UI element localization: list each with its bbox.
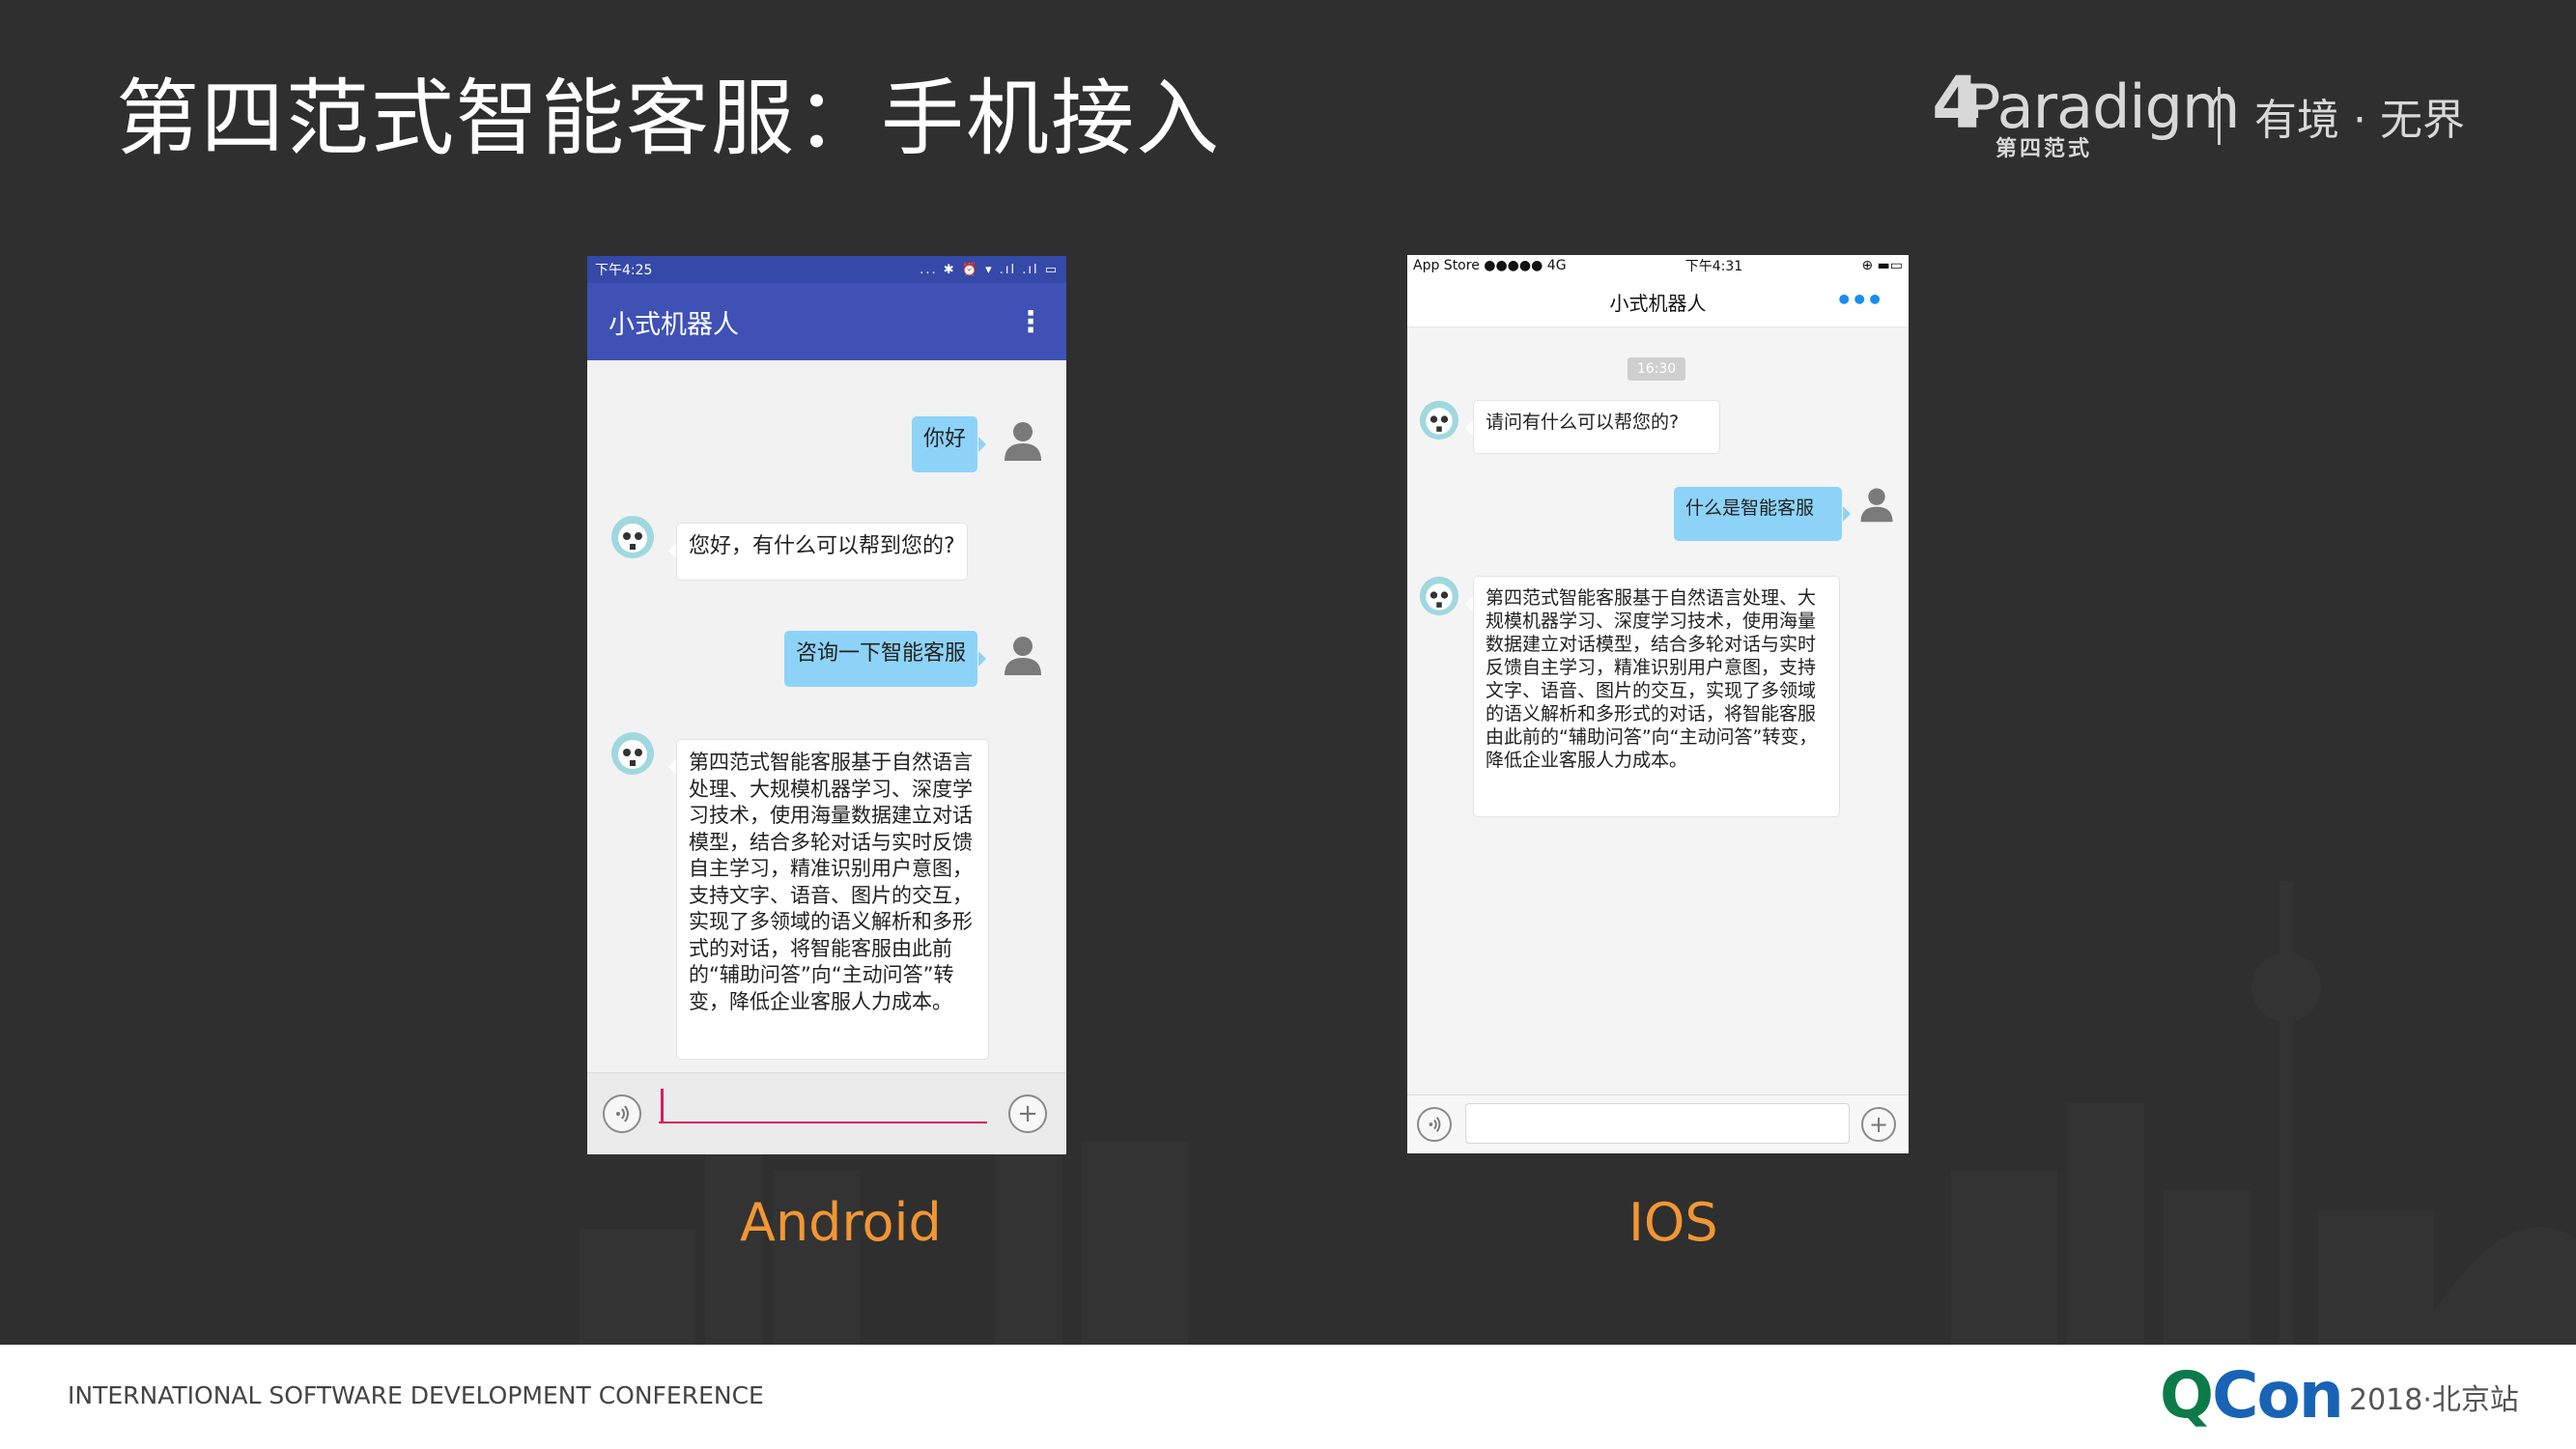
plus-icon[interactable]: + [1861,1107,1896,1142]
android-message-input[interactable] [659,1122,987,1123]
ios-screenshot: App Store ●●●●● 4G 下午4:31 ⊕ ▬▭ 小式机器人 •••… [1407,255,1909,1153]
bot-message: 第四范式智能客服基于自然语言处理、大规模机器学习、深度学习技术，使用海量数据建立… [1465,576,1840,817]
conference-name: INTERNATIONAL SOFTWARE DEVELOPMENT CONFE… [68,1381,764,1409]
qcon-logo: QCon [2160,1358,2344,1433]
ios-status-time: 下午4:31 [1684,259,1743,274]
user-avatar-icon [1005,422,1041,461]
android-status-time: 下午4:25 [595,263,653,278]
user-avatar-icon [1005,637,1041,675]
ios-input-bar: + [1407,1094,1909,1153]
logo-subtitle: 第四范式 [1996,137,2093,161]
more-icon[interactable]: ••• [1835,284,1883,316]
ios-status-left: App Store ●●●●● 4G [1413,258,1567,273]
user-message: 你好 [912,416,986,472]
chat-timestamp: 16:30 [1628,357,1685,381]
logo-divider [2218,87,2221,145]
bot-message: 您好，有什么可以帮到您的? [668,523,968,581]
android-caption: Android [740,1192,942,1253]
event-location: 2018·北京站 [2349,1383,2519,1417]
bot-avatar-icon [611,516,654,558]
slogan: 有境 · 无界 [2254,96,2465,145]
ios-nav-title: 小式机器人 [1609,291,1707,315]
bot-avatar-icon [1419,576,1459,616]
bot-avatar-icon [611,732,654,775]
android-screenshot: 下午4:25 ... ✱ ⏰ ▾ .ıl .ıl ▭ 小式机器人 ⋮ 你好 您好… [587,256,1066,1154]
android-toolbar-title: 小式机器人 [609,309,739,340]
ios-caption: IOS [1628,1192,1718,1253]
slide-title: 第四范式智能客服：手机接入 [116,71,1221,167]
user-message: 什么是智能客服 [1674,487,1851,541]
qcon-con: Con [2212,1358,2344,1433]
android-status-bar: 下午4:25 ... ✱ ⏰ ▾ .ıl .ıl ▭ [587,256,1066,283]
android-input-bar: + [587,1072,1066,1154]
qcon-q: Q [2160,1358,2214,1433]
ios-status-right: ⊕ ▬▭ [1861,258,1903,273]
overflow-menu-icon[interactable]: ⋮ [1016,305,1045,339]
voice-icon[interactable] [1417,1107,1452,1142]
voice-icon[interactable] [603,1094,641,1133]
ios-nav-bar: 小式机器人 ••• [1407,276,1909,327]
slide: 第四范式智能客服：手机接入 4 Paradigm 第四范式 有境 · 无界 下午… [0,0,2576,1345]
footer: INTERNATIONAL SOFTWARE DEVELOPMENT CONFE… [0,1345,2576,1449]
ios-message-input[interactable] [1465,1103,1850,1144]
android-status-icons: ... ✱ ⏰ ▾ .ıl .ıl ▭ [920,262,1059,277]
user-avatar-icon [1860,488,1893,523]
bot-avatar-icon [1419,400,1459,440]
bot-message: 请问有什么可以帮您的? [1465,400,1720,454]
user-message: 咨询一下智能客服 [784,631,986,687]
text-cursor [661,1089,664,1123]
plus-icon[interactable]: + [1008,1094,1047,1133]
ios-status-bar: App Store ●●●●● 4G 下午4:31 ⊕ ▬▭ [1407,255,1909,276]
android-toolbar: 小式机器人 ⋮ [587,283,1066,360]
android-chat-area[interactable]: 你好 您好，有什么可以帮到您的? 咨询一下智能客服 第四范式智能客服基于自然语言… [587,360,1066,1073]
bot-message: 第四范式智能客服基于自然语言处理、大规模机器学习、深度学习技术，使用海量数据建立… [668,739,989,1060]
